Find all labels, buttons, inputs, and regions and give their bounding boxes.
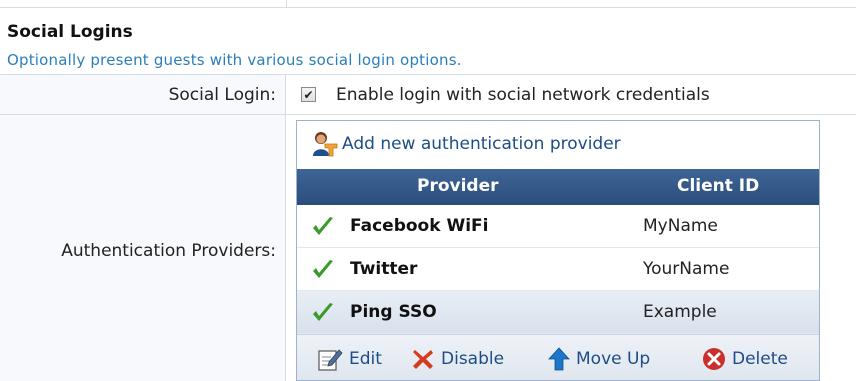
edit-button[interactable]: Edit (317, 335, 382, 380)
row-action-toolbar: Edit Disable Move Up Delete (297, 334, 819, 380)
column-header-client-id[interactable]: Client ID (677, 176, 759, 196)
delete-icon (703, 348, 725, 370)
social-login-checkbox[interactable]: ✔ (301, 87, 316, 102)
arrow-up-icon (548, 347, 570, 371)
client-id: YourName (643, 259, 730, 279)
section-title: Social Logins (7, 22, 133, 42)
column-header-provider[interactable]: Provider (417, 176, 499, 196)
section-header: Social Logins Optionally present guests … (0, 8, 856, 75)
disable-button[interactable]: Disable (411, 335, 505, 380)
providers-panel: Add new authentication provider Provider… (296, 120, 820, 381)
section-description: Optionally present guests with various s… (7, 51, 462, 69)
provider-name: Facebook WiFi (350, 216, 489, 236)
disable-label: Disable (441, 349, 505, 369)
label-cell: Authentication Providers: (0, 115, 286, 381)
table-row-selected[interactable]: Ping SSO Example (297, 291, 819, 334)
add-user-icon[interactable] (311, 130, 339, 158)
auth-providers-label: Authentication Providers: (61, 241, 276, 261)
table-row[interactable]: Facebook WiFi MyName (297, 205, 819, 248)
add-provider-link[interactable]: Add new authentication provider (342, 134, 621, 154)
delete-label: Delete (732, 349, 788, 369)
edit-label: Edit (349, 349, 382, 369)
client-id: MyName (643, 216, 718, 236)
client-id: Example (643, 302, 717, 322)
move-up-button[interactable]: Move Up (548, 335, 651, 380)
table-header: Provider Client ID (297, 169, 819, 205)
move-up-label: Move Up (576, 349, 651, 369)
social-login-label: Social Login: (168, 85, 276, 105)
top-strip (0, 0, 856, 8)
green-check-icon (313, 303, 333, 321)
divider (286, 0, 287, 8)
provider-name: Twitter (350, 259, 418, 279)
red-x-icon (413, 350, 433, 369)
green-check-icon (313, 217, 333, 235)
social-login-row: Social Login: ✔ Enable login with social… (0, 75, 856, 115)
green-check-icon (313, 260, 333, 278)
add-provider-row[interactable]: Add new authentication provider (297, 121, 819, 169)
provider-name: Ping SSO (350, 302, 437, 322)
delete-button[interactable]: Delete (702, 335, 788, 380)
label-cell: Social Login: (0, 75, 286, 114)
social-login-checkbox-label[interactable]: Enable login with social network credent… (336, 85, 710, 105)
edit-icon (318, 349, 343, 371)
table-row[interactable]: Twitter YourName (297, 248, 819, 291)
